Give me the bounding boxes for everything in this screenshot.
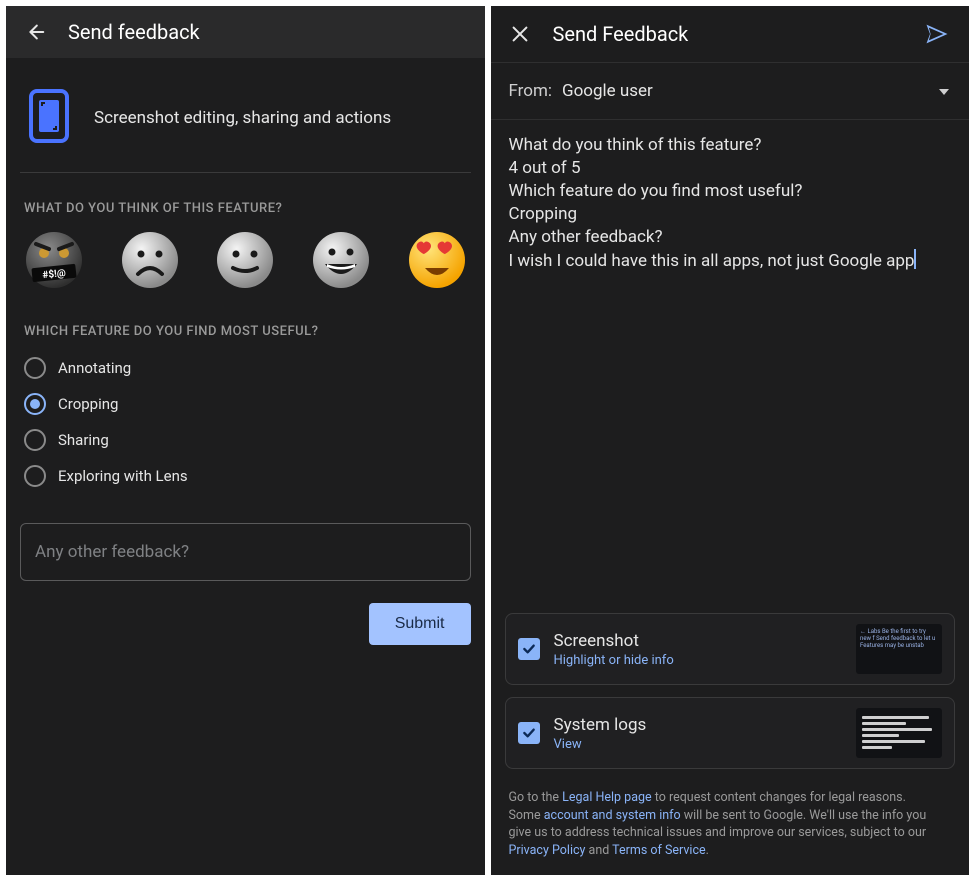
submit-button[interactable]: Submit (369, 603, 471, 645)
radio-exploring-lens[interactable]: Exploring with Lens (24, 465, 467, 487)
phone-crop-icon (28, 88, 70, 148)
emoji-frown-icon[interactable] (120, 230, 180, 290)
emoji-angry-censored-icon[interactable]: #$!@ (24, 230, 84, 290)
privacy-policy-link[interactable]: Privacy Policy (509, 843, 586, 858)
radio-label: Annotating (58, 359, 131, 377)
send-feedback-screen: Send Feedback From: Google user What do … (491, 6, 970, 875)
emoji-neutral-icon[interactable] (215, 230, 275, 290)
radio-cropping[interactable]: Cropping (24, 393, 467, 415)
emoji-heart-eyes-icon[interactable] (407, 230, 467, 290)
feedback-form-screen: Send feedback Screenshot editing, sharin… (6, 6, 485, 875)
screenshot-thumbnail: ← Labs Be the first to try new f Send fe… (856, 624, 942, 674)
feedback-text-area[interactable]: What do you think of this feature? 4 out… (491, 120, 970, 607)
attachment-title: Screenshot (554, 631, 843, 651)
radio-icon (24, 393, 46, 415)
back-icon[interactable] (24, 21, 46, 43)
attachment-subtitle: View (554, 737, 843, 752)
close-icon[interactable] (509, 23, 531, 45)
appbar: Send Feedback (491, 6, 970, 63)
text-cursor (914, 249, 916, 269)
radio-icon (24, 465, 46, 487)
rating-emoji-row: #$!@ (20, 230, 471, 296)
other-feedback-input[interactable]: Any other feedback? (20, 523, 471, 581)
radio-icon (24, 357, 46, 379)
send-icon[interactable] (923, 20, 951, 48)
chevron-down-icon (937, 84, 951, 98)
question-2-label: Which feature do you find most useful? (24, 324, 467, 339)
hero: Screenshot editing, sharing and actions (20, 64, 471, 173)
radio-annotating[interactable]: Annotating (24, 357, 467, 379)
from-label: From: (509, 81, 553, 101)
from-value: Google user (562, 81, 653, 101)
checkbox-checked-icon[interactable] (518, 638, 540, 660)
hero-text: Screenshot editing, sharing and actions (94, 107, 391, 130)
emoji-grin-icon[interactable] (311, 230, 371, 290)
attachment-subtitle: Highlight or hide info (554, 653, 843, 668)
account-system-info-link[interactable]: account and system info (544, 808, 681, 823)
legal-footer: Go to the Legal Help page to request con… (491, 775, 970, 875)
legal-help-link[interactable]: Legal Help page (562, 790, 652, 805)
radio-label: Sharing (58, 431, 109, 449)
feedback-text: What do you think of this feature? 4 out… (509, 135, 915, 271)
question-1-label: What do you think of this feature? (24, 201, 467, 216)
attachment-title: System logs (554, 715, 843, 735)
radio-sharing[interactable]: Sharing (24, 429, 467, 451)
page-title: Send feedback (68, 20, 200, 44)
appbar: Send feedback (6, 6, 485, 58)
page-title: Send Feedback (553, 22, 689, 46)
from-dropdown[interactable]: From: Google user (491, 63, 970, 120)
system-logs-attachment-card[interactable]: System logs View (505, 697, 956, 769)
screenshot-attachment-card[interactable]: Screenshot Highlight or hide info ← Labs… (505, 613, 956, 685)
radio-label: Cropping (58, 395, 118, 413)
checkbox-checked-icon[interactable] (518, 722, 540, 744)
feature-option-list: Annotating Cropping Sharing Exploring wi… (20, 353, 471, 487)
radio-icon (24, 429, 46, 451)
terms-of-service-link[interactable]: Terms of Service (612, 843, 705, 858)
syslogs-thumbnail (856, 708, 942, 758)
radio-label: Exploring with Lens (58, 467, 188, 485)
